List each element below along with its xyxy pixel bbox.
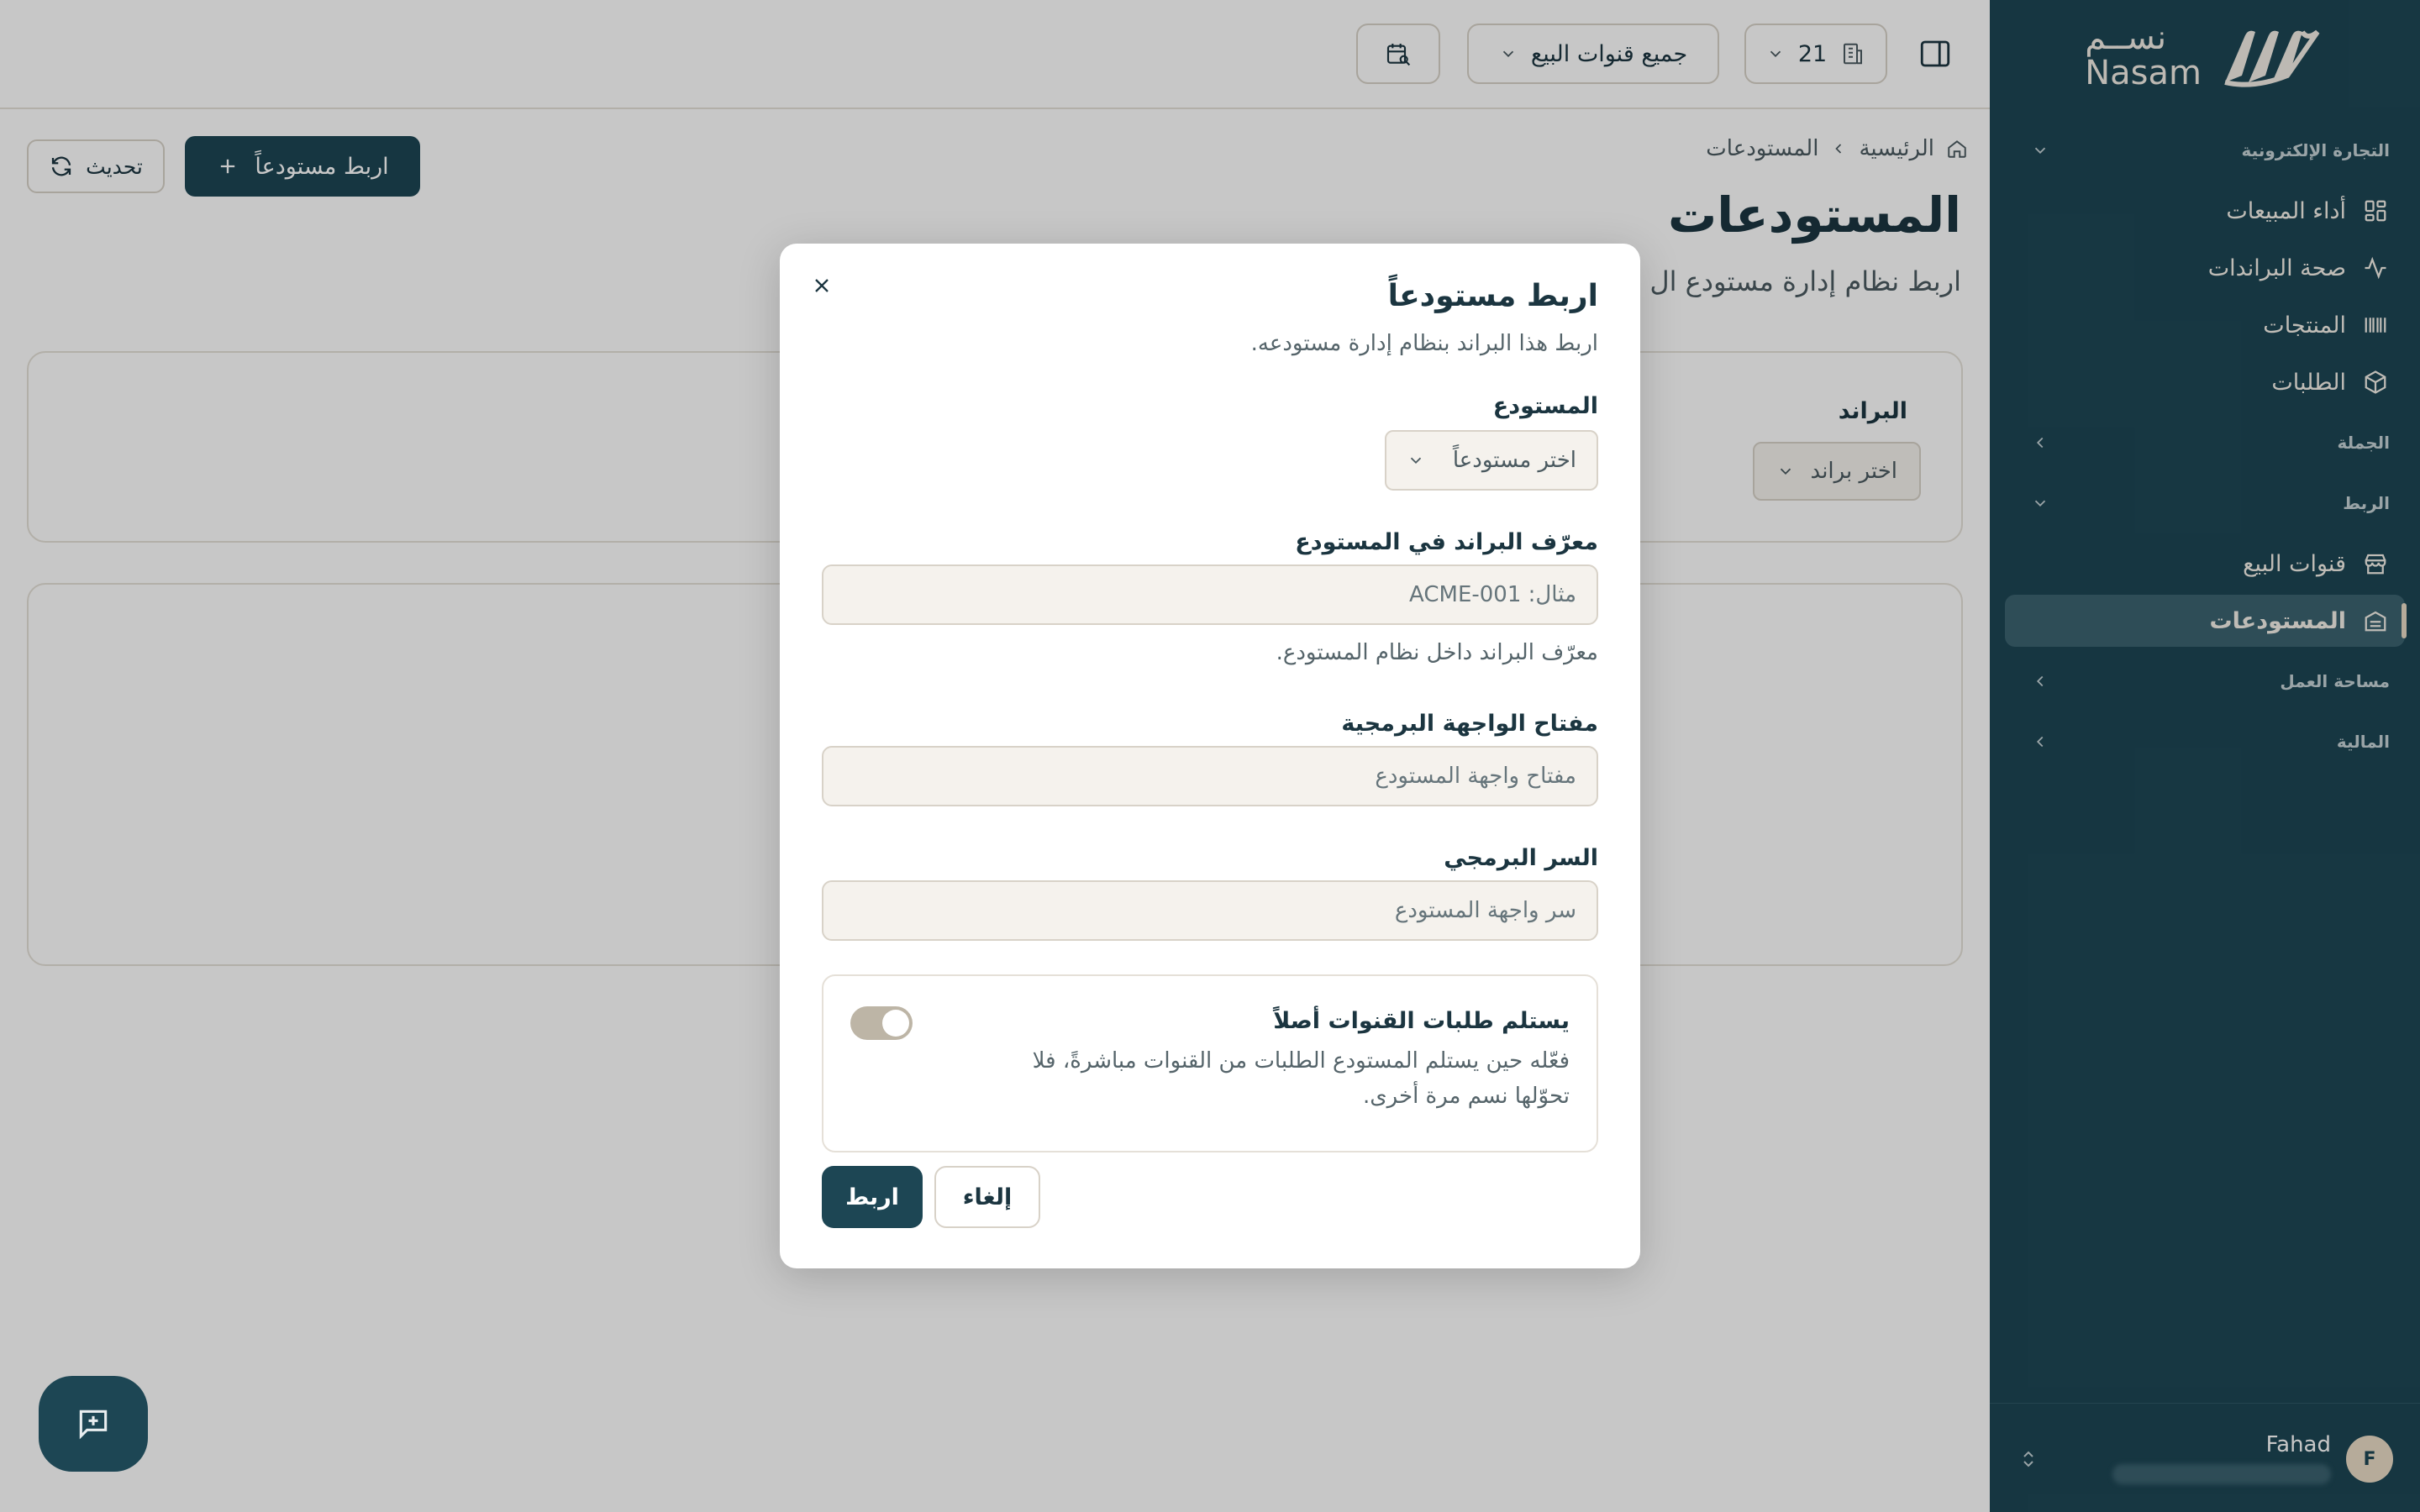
toggle-title: يستلم طلبات القنوات أصلاً	[1273, 1008, 1570, 1034]
warehouse-label: المستودع	[1492, 393, 1598, 419]
warehouse-select[interactable]: اختر مستودعاً	[1385, 430, 1598, 491]
native-channel-orders-card: يستلم طلبات القنوات أصلاً فعّله حين يستل…	[822, 974, 1598, 1152]
warehouse-select-value: اختر مستودعاً	[1452, 448, 1576, 473]
dialog-title: اربط مستودعاً	[1387, 279, 1598, 313]
cancel-button[interactable]: إلغاء	[934, 1166, 1040, 1228]
brand-id-input[interactable]	[822, 564, 1598, 625]
message-plus-icon	[79, 1410, 108, 1440]
feedback-button[interactable]	[39, 1376, 148, 1472]
api-key-label: مفتاح الواجهة البرمجية	[1341, 711, 1598, 737]
native-channel-orders-switch[interactable]	[850, 1006, 913, 1040]
switch-knob	[882, 1010, 909, 1037]
toggle-description: فعّله حين يستلم المستودع الطلبات من القن…	[1032, 1048, 1570, 1109]
api-key-input[interactable]	[822, 746, 1598, 806]
api-secret-label: السر البرمجي	[1444, 845, 1598, 871]
close-button[interactable]	[805, 269, 839, 302]
dialog-description: اربط هذا البراند بنظام إدارة مستودعه.	[1250, 331, 1598, 356]
brand-id-hint: معرّف البراند داخل نظام المستودع.	[1276, 640, 1598, 665]
submit-button[interactable]: اربط	[822, 1166, 923, 1228]
brand-id-label: معرّف البراند في المستودع	[1295, 529, 1598, 555]
chevron-down-icon	[1410, 457, 1422, 465]
connect-warehouse-dialog: اربط مستودعاً اربط هذا البراند بنظام إدا…	[780, 244, 1640, 1268]
close-icon	[815, 279, 829, 292]
api-secret-input[interactable]	[822, 880, 1598, 941]
